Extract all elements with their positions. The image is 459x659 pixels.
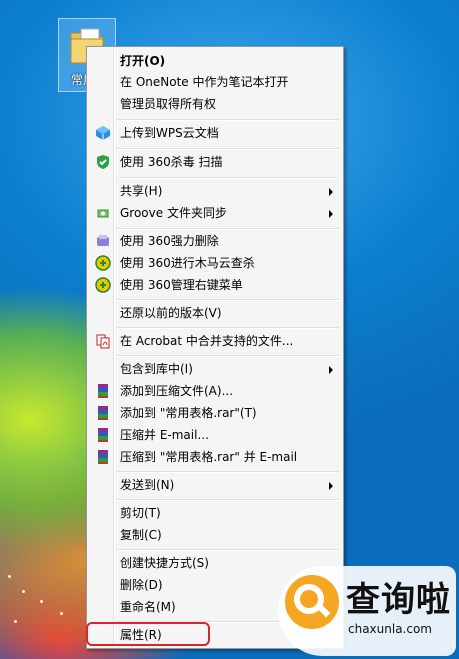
menu-item-acrobat-combine[interactable]: 在 Acrobat 中合并支持的文件... — [89, 330, 341, 352]
360-menu-manager-icon — [95, 277, 111, 293]
menu-item-label: 创建快捷方式(S) — [120, 556, 209, 570]
sparkle — [8, 575, 11, 578]
menu-item-label: 压缩并 E-mail... — [120, 428, 209, 442]
menu-separator — [117, 299, 339, 301]
menu-item-upload-wps[interactable]: 上传到WPS云文档 — [89, 122, 341, 144]
menu-item-send-to[interactable]: 发送到(N) — [89, 474, 341, 496]
menu-item-360-force-delete[interactable]: 使用 360强力删除 — [89, 230, 341, 252]
wps-cloud-icon — [96, 126, 110, 140]
menu-item-360-trojan-scan[interactable]: 使用 360进行木马云查杀 — [89, 252, 341, 274]
menu-item-include-in-library[interactable]: 包含到库中(I) — [89, 358, 341, 380]
menu-separator — [117, 148, 339, 150]
menu-item-label: 还原以前的版本(V) — [120, 306, 222, 320]
submenu-arrow-icon — [329, 210, 333, 218]
menu-item-360-menu-manager[interactable]: 使用 360管理右键菜单 — [89, 274, 341, 296]
menu-item-label: 使用 360进行木马云查杀 — [120, 256, 255, 270]
menu-separator — [117, 327, 339, 329]
menu-item-label: 压缩到 "常用表格.rar" 并 E-mail — [120, 450, 298, 464]
submenu-arrow-icon — [329, 366, 333, 374]
properties-highlight-box — [86, 622, 210, 646]
menu-item-open-in-onenote[interactable]: 在 OneNote 中作为笔记本打开 — [89, 71, 341, 93]
360-shredder-icon — [97, 235, 109, 246]
sparkle — [40, 600, 43, 603]
menu-item-label: 重命名(M) — [120, 600, 176, 614]
sparkle — [14, 620, 17, 623]
menu-item-groove-sync[interactable]: Groove 文件夹同步 — [89, 202, 341, 224]
menu-item-label: 管理员取得所有权 — [120, 97, 217, 111]
menu-item-label: 在 Acrobat 中合并支持的文件... — [120, 334, 294, 348]
sparkle — [60, 612, 63, 615]
menu-item-open[interactable]: 打开(O) — [89, 50, 341, 72]
menu-item-label: 剪切(T) — [120, 506, 161, 520]
menu-item-label: 使用 360杀毒 扫描 — [120, 155, 223, 169]
menu-item-label: 添加到压缩文件(A)... — [120, 384, 234, 398]
menu-item-label: Groove 文件夹同步 — [120, 206, 227, 220]
watermark-url: chaxunla.com — [348, 622, 432, 636]
menu-item-label: 发送到(N) — [120, 478, 175, 492]
menu-item-label: 使用 360管理右键菜单 — [120, 278, 243, 292]
menu-item-restore-previous-versions[interactable]: 还原以前的版本(V) — [89, 302, 341, 324]
search-handle — [317, 604, 331, 618]
winrar-icon — [98, 450, 108, 464]
watermark-logo: 查询啦 chaxunla.com — [278, 566, 456, 656]
menu-item-share[interactable]: 共享(H) — [89, 180, 341, 202]
menu-item-label: 删除(D) — [120, 578, 163, 592]
menu-item-360-scan[interactable]: 使用 360杀毒 扫描 — [89, 151, 341, 173]
menu-item-take-ownership[interactable]: 管理员取得所有权 — [89, 93, 341, 115]
menu-item-label: 打开(O) — [120, 54, 166, 68]
watermark-title: 查询啦 — [346, 580, 451, 620]
menu-separator — [117, 499, 339, 501]
menu-item-label: 复制(C) — [120, 528, 162, 542]
winrar-icon — [98, 384, 108, 398]
menu-item-label: 使用 360强力删除 — [120, 234, 219, 248]
menu-separator — [117, 119, 339, 121]
menu-item-label: 包含到库中(I) — [120, 362, 193, 376]
menu-item-add-to-archive[interactable]: 添加到压缩文件(A)... — [89, 380, 341, 402]
context-menu: 打开(O) 在 OneNote 中作为笔记本打开 管理员取得所有权 上传到WPS… — [86, 46, 344, 649]
menu-separator — [117, 471, 339, 473]
menu-item-copy[interactable]: 复制(C) — [89, 524, 341, 546]
menu-item-label: 在 OneNote 中作为笔记本打开 — [120, 75, 289, 89]
submenu-arrow-icon — [329, 188, 333, 196]
360-antivirus-icon — [97, 155, 109, 169]
winrar-icon — [98, 428, 108, 442]
menu-separator — [117, 549, 339, 551]
acrobat-icon — [96, 334, 110, 349]
winrar-icon — [98, 406, 108, 420]
menu-item-label: 添加到 "常用表格.rar"(T) — [120, 406, 257, 420]
360-trojan-icon — [95, 255, 111, 271]
menu-item-label: 共享(H) — [120, 184, 163, 198]
menu-item-label: 上传到WPS云文档 — [120, 126, 219, 140]
menu-separator — [117, 177, 339, 179]
menu-separator — [117, 355, 339, 357]
menu-item-compress-to-rar-and-email[interactable]: 压缩到 "常用表格.rar" 并 E-mail — [89, 446, 341, 468]
menu-item-compress-and-email[interactable]: 压缩并 E-mail... — [89, 424, 341, 446]
menu-item-cut[interactable]: 剪切(T) — [89, 502, 341, 524]
watermark-search-icon — [282, 572, 342, 632]
groove-icon — [97, 209, 109, 218]
menu-item-add-to-named-rar[interactable]: 添加到 "常用表格.rar"(T) — [89, 402, 341, 424]
submenu-arrow-icon — [329, 482, 333, 490]
sparkle — [22, 590, 25, 593]
